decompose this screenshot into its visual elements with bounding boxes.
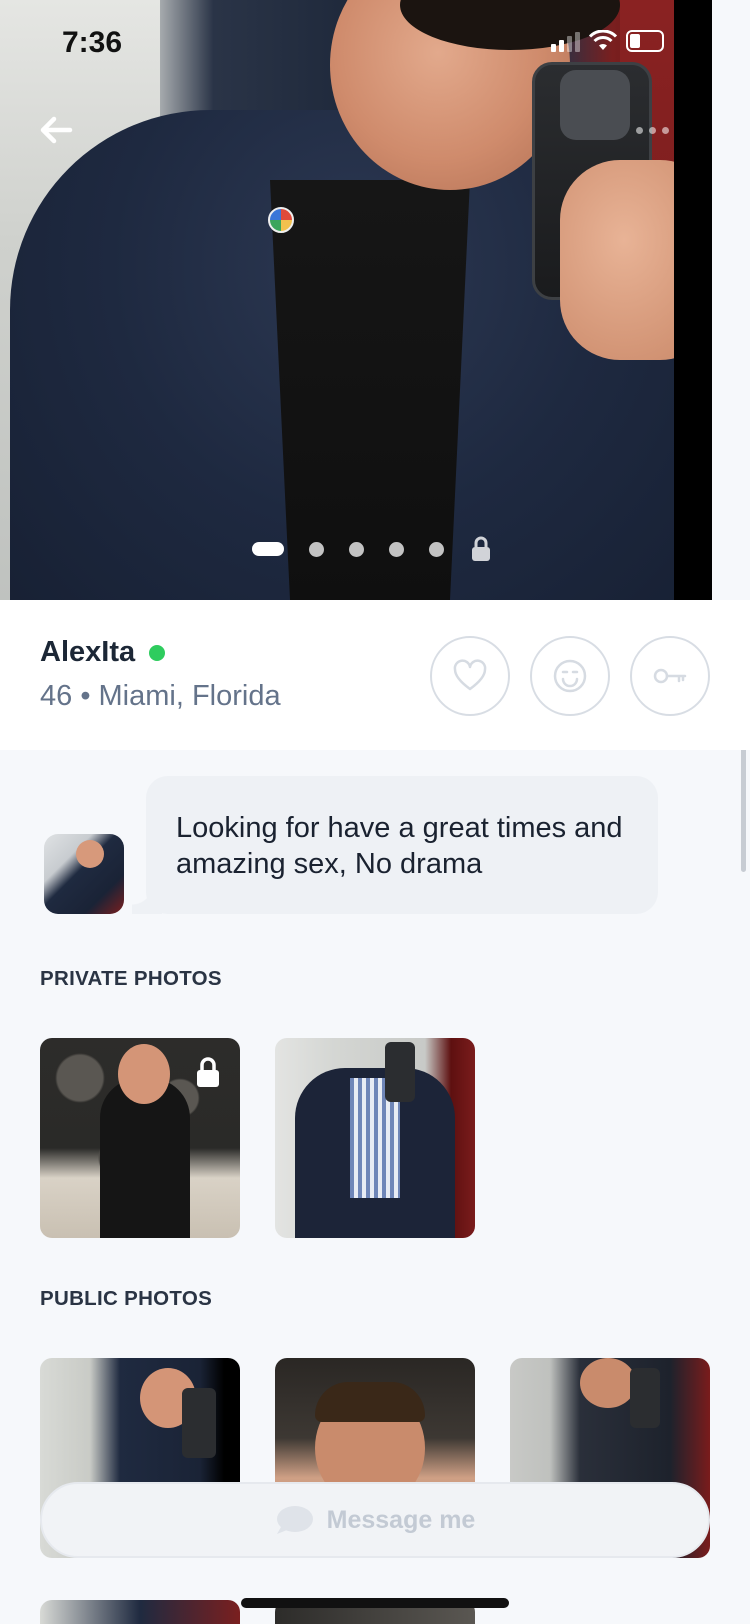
message-me-button[interactable]: Message me (40, 1482, 710, 1558)
like-button[interactable] (430, 636, 510, 716)
bio-avatar[interactable] (44, 834, 124, 914)
pager-lock-icon[interactable] (471, 536, 491, 562)
hero-photo[interactable]: 7:36 (0, 0, 712, 600)
public-photo-4[interactable] (40, 1600, 240, 1624)
request-access-button[interactable] (630, 636, 710, 716)
pager-dot-4[interactable] (389, 541, 404, 557)
home-indicator[interactable] (241, 1598, 509, 1608)
public-photos-title: PUBLIC PHOTOS (40, 1287, 213, 1310)
battery-icon (626, 30, 664, 52)
status-icons (551, 30, 664, 52)
lock-icon (197, 1057, 219, 1087)
pager-dot-5[interactable] (429, 541, 444, 557)
pager-dot-3[interactable] (349, 541, 364, 557)
private-photo-1[interactable] (40, 1038, 240, 1238)
chat-bubble-icon (276, 1506, 313, 1534)
more-options-icon[interactable] (636, 120, 686, 140)
back-arrow-icon[interactable] (34, 108, 78, 152)
message-me-label: Message me (326, 1505, 476, 1534)
profile-age-location: 46 • Miami, Florida (40, 680, 281, 712)
photo-pager (252, 536, 491, 562)
bio-text: Looking for have a great times and amazi… (176, 812, 623, 880)
cellular-signal-icon (551, 30, 580, 52)
pager-dot-1[interactable] (252, 542, 284, 556)
pager-dot-2[interactable] (309, 541, 324, 557)
profile-screen: 7:36 AlexIta 46 • Miami, Florida Looking… (0, 0, 750, 1624)
bio-bubble: Looking for have a great times and amazi… (132, 776, 658, 914)
private-photos-title: PRIVATE PHOTOS (40, 967, 222, 990)
key-icon (653, 668, 687, 684)
profile-card: AlexIta 46 • Miami, Florida (0, 600, 750, 750)
hero-phone-camera (560, 70, 630, 140)
online-status-indicator (149, 644, 166, 661)
smile-icon (553, 659, 587, 693)
profile-name: AlexIta (40, 636, 136, 668)
private-photo-2[interactable] (275, 1038, 475, 1238)
lapel-pin (268, 207, 294, 233)
name-row: AlexIta (40, 636, 166, 669)
status-time: 7:36 (62, 26, 123, 59)
heart-icon (453, 659, 487, 691)
hero-edge (674, 0, 712, 600)
wifi-icon (588, 30, 618, 50)
wink-button[interactable] (530, 636, 610, 716)
